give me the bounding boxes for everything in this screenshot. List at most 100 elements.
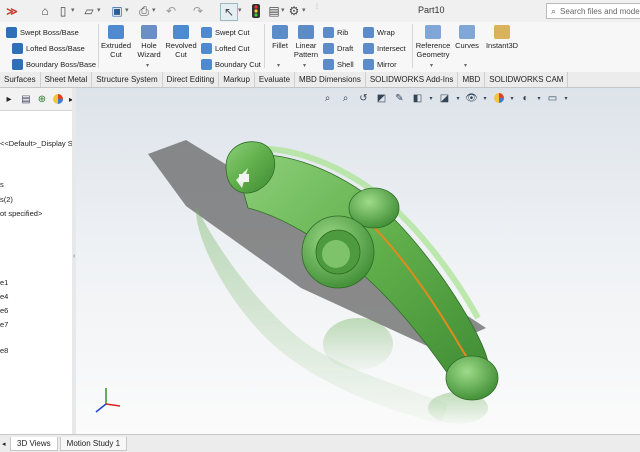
tab-motion-study-1[interactable]: Motion Study 1 bbox=[59, 436, 128, 451]
tree-item-feature-7[interactable]: e7 bbox=[0, 320, 8, 329]
tab-3d-views[interactable]: 3D Views bbox=[10, 436, 58, 451]
tree-item-annotations[interactable]: s(2) bbox=[0, 195, 13, 204]
wrap-button[interactable]: Wrap bbox=[363, 25, 395, 39]
feature-tree-icon[interactable]: ▸ bbox=[2, 92, 16, 106]
rib-icon bbox=[323, 26, 334, 38]
draft-icon bbox=[323, 42, 334, 54]
lofted-boss-base-button[interactable]: Lofted Boss/Base bbox=[12, 41, 85, 55]
draft-label: Draft bbox=[337, 43, 354, 53]
tab-solidworks-add-ins[interactable]: SOLIDWORKS Add-Ins bbox=[366, 72, 459, 87]
linear-pattern-button[interactable]: Linear Pattern bbox=[293, 25, 319, 59]
rebuild-dropdown-icon[interactable]: ▾ bbox=[281, 6, 285, 14]
boundary-cut-button[interactable]: Boundary Cut bbox=[201, 57, 261, 71]
swept-boss-label: Swept Boss/Base bbox=[20, 27, 79, 37]
tab-surfaces[interactable]: Surfaces bbox=[0, 72, 41, 87]
extruded-cut-icon bbox=[108, 25, 124, 39]
display-manager-icon[interactable] bbox=[51, 92, 65, 106]
tree-item-sensors[interactable]: s bbox=[0, 180, 4, 189]
instant3d-icon bbox=[494, 25, 510, 39]
revolved-cut-label-2: Cut bbox=[175, 50, 187, 59]
solidworks-logo-icon: ≫ bbox=[6, 5, 18, 18]
options-gear-icon[interactable]: ⚙ bbox=[286, 3, 302, 19]
boundary-boss-label: Boundary Boss/Base bbox=[26, 59, 97, 69]
open-dropdown-icon[interactable]: ▾ bbox=[97, 6, 101, 14]
tab-markup[interactable]: Markup bbox=[219, 72, 255, 87]
boundary-boss-base-button[interactable]: Boundary Boss/Base bbox=[12, 57, 96, 71]
property-manager-icon[interactable]: ▤ bbox=[19, 92, 33, 106]
new-dropdown-icon[interactable]: ▾ bbox=[71, 6, 75, 14]
tab-mbd[interactable]: MBD bbox=[458, 72, 486, 87]
curves-dropdown-icon[interactable]: ▾ bbox=[464, 62, 467, 69]
instant3d-button[interactable]: Instant3D bbox=[484, 25, 520, 50]
toolbar-overflow-icon[interactable]: ⁞ bbox=[316, 4, 318, 11]
lofted-boss-label: Lofted Boss/Base bbox=[26, 43, 85, 53]
graphics-area[interactable]: ⌕ ⌕ ↺ ◩ ✎ ◧ ▾ ◪ ▾ 👁 ▾ ▾ ◐ ▾ ▭ ▾ bbox=[76, 88, 640, 434]
hole-wizard-label-2: Wizard bbox=[137, 50, 161, 59]
rib-button[interactable]: Rib bbox=[323, 25, 348, 39]
swept-cut-button[interactable]: Swept Cut bbox=[201, 25, 250, 39]
tab-mbd-dimensions[interactable]: MBD Dimensions bbox=[295, 72, 366, 87]
revolved-cut-button[interactable]: Revolved Cut bbox=[165, 25, 197, 59]
hole-wizard-button[interactable]: Hole Wizard bbox=[135, 25, 163, 59]
shell-button[interactable]: Shell bbox=[323, 57, 354, 71]
wrap-label: Wrap bbox=[377, 27, 395, 37]
revolved-cut-icon bbox=[173, 25, 189, 39]
draft-button[interactable]: Draft bbox=[323, 41, 353, 55]
tree-item-feature-8[interactable]: e8 bbox=[0, 346, 8, 355]
tab-solidworks-cam[interactable]: SOLIDWORKS CAM bbox=[485, 72, 569, 87]
search-input[interactable]: ⌕ Search files and models bbox=[546, 3, 640, 19]
intersect-label: Intersect bbox=[377, 43, 406, 53]
traffic-light-icon[interactable] bbox=[248, 3, 264, 19]
boundary-boss-icon bbox=[12, 58, 23, 70]
tree-item-feature-4[interactable]: e4 bbox=[0, 292, 8, 301]
swept-boss-base-button[interactable]: Swept Boss/Base bbox=[6, 25, 79, 39]
curves-label: Curves bbox=[455, 41, 479, 50]
instant3d-label: Instant3D bbox=[485, 41, 519, 50]
save-icon[interactable]: ▣ bbox=[109, 3, 125, 19]
lofted-boss-icon bbox=[12, 42, 23, 54]
reference-geometry-dropdown-icon[interactable]: ▾ bbox=[430, 62, 433, 69]
fillet-button[interactable]: Fillet bbox=[268, 25, 292, 50]
fillet-dropdown-icon[interactable]: ▾ bbox=[277, 62, 280, 69]
mirror-button[interactable]: Mirror bbox=[363, 57, 397, 71]
new-document-icon[interactable]: ▯ bbox=[55, 3, 71, 19]
print-dropdown-icon[interactable]: ▾ bbox=[152, 6, 156, 14]
options-dropdown-icon[interactable]: ▾ bbox=[302, 6, 306, 14]
print-icon[interactable]: ⎙ bbox=[136, 3, 152, 19]
reference-geometry-button[interactable]: Reference Geometry bbox=[414, 25, 452, 59]
intersect-button[interactable]: Intersect bbox=[363, 41, 406, 55]
file-properties-icon[interactable]: ▤ bbox=[266, 3, 282, 19]
select-dropdown-icon[interactable]: ▾ bbox=[238, 6, 242, 14]
redo-icon[interactable]: ↷ bbox=[190, 3, 206, 19]
tree-item-material[interactable]: ot specified> bbox=[0, 209, 42, 218]
extruded-cut-button[interactable]: Extruded Cut bbox=[101, 25, 131, 59]
home-icon[interactable]: ⌂ bbox=[37, 3, 53, 19]
hole-wizard-dropdown-icon[interactable]: ▾ bbox=[146, 62, 149, 69]
document-title: Part10 bbox=[418, 5, 445, 15]
open-icon[interactable]: ▱ bbox=[81, 3, 97, 19]
tree-item-feature-1[interactable]: e1 bbox=[0, 278, 8, 287]
scroll-tabs-icon[interactable]: ◂ bbox=[0, 440, 10, 448]
save-dropdown-icon[interactable]: ▾ bbox=[125, 6, 129, 14]
shell-icon bbox=[323, 58, 334, 70]
tree-item-display-state[interactable]: <<Default>_Display S bbox=[0, 139, 72, 148]
boundary-cut-icon bbox=[201, 58, 212, 70]
lofted-cut-button[interactable]: Lofted Cut bbox=[201, 41, 250, 55]
curves-button[interactable]: Curves bbox=[454, 25, 480, 50]
linear-pattern-dropdown-icon[interactable]: ▾ bbox=[303, 62, 306, 69]
tab-direct-editing[interactable]: Direct Editing bbox=[163, 72, 220, 87]
hole-wizard-icon bbox=[141, 25, 157, 39]
select-cursor-icon[interactable]: ↖ bbox=[220, 3, 238, 21]
tab-structure-system[interactable]: Structure System bbox=[92, 72, 163, 87]
fillet-label: Fillet bbox=[272, 41, 288, 50]
tree-item-feature-6[interactable]: e6 bbox=[0, 306, 8, 315]
tab-sheet-metal[interactable]: Sheet Metal bbox=[41, 72, 93, 87]
splitter-grip-icon[interactable]: ‹ bbox=[73, 253, 75, 260]
revolved-cut-label-1: Revolved bbox=[165, 41, 197, 50]
part-model-view[interactable] bbox=[76, 88, 640, 434]
feature-manager-toolbar: ▸ ▤ ⊕ ▸ bbox=[0, 88, 72, 111]
configuration-manager-icon[interactable]: ⊕ bbox=[35, 92, 49, 106]
tab-evaluate[interactable]: Evaluate bbox=[255, 72, 296, 87]
undo-icon[interactable]: ↶ bbox=[163, 3, 179, 19]
command-manager-tabs: Surfaces Sheet Metal Structure System Di… bbox=[0, 72, 640, 88]
